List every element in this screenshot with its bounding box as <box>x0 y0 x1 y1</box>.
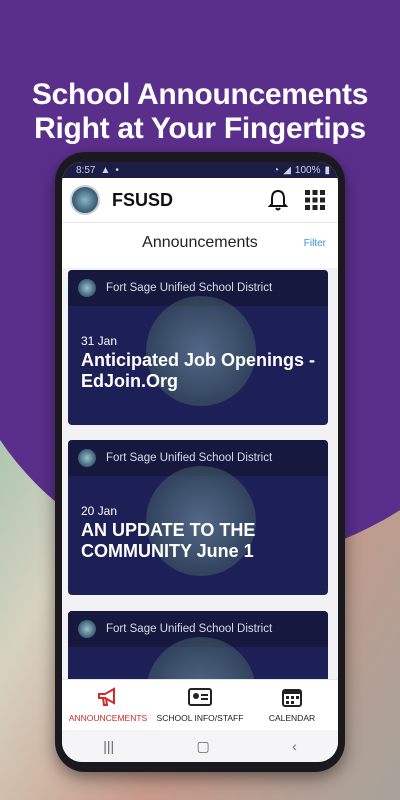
nav-label: CALENDAR <box>268 713 316 723</box>
app-name: FSUSD <box>112 189 174 210</box>
card-source: Fort Sage Unified School District <box>106 452 273 464</box>
nav-announcements[interactable]: ANNOUNCEMENTS <box>62 680 154 730</box>
megaphone-icon <box>98 687 115 706</box>
system-nav-bar: ||| ▢ ‹ <box>62 730 338 762</box>
page-title: Announcements <box>142 234 258 251</box>
card-source: Fort Sage Unified School District <box>106 623 273 635</box>
announcement-card[interactable]: Fort Sage Unified School District 31 Jan… <box>68 270 328 425</box>
bottom-nav: ANNOUNCEMENTS SCHOOL INFO/STAFF CALENDAR <box>62 679 338 730</box>
nav-school-info[interactable]: SCHOOL INFO/STAFF <box>154 680 246 730</box>
dot-icon: • <box>115 164 119 176</box>
announcement-card[interactable]: Fort Sage Unified School District <box>68 611 328 680</box>
promo-headline: School Announcements Right at Your Finge… <box>0 78 400 146</box>
status-bar: 8:57 ▲ • ◔ ◢ 100% ▮ <box>62 162 338 178</box>
card-title: AN UPDATE TO THE COMMUNITY June 1 <box>81 520 256 561</box>
signal-icon: ◢ <box>283 164 291 176</box>
headline-line1: School Announcements <box>31 78 369 111</box>
android-icon: ▲ <box>100 164 111 176</box>
battery-text: 100% <box>294 164 321 176</box>
back-icon[interactable]: ‹ <box>292 738 297 754</box>
announcement-feed[interactable]: Fort Sage Unified School District 31 Jan… <box>62 268 338 680</box>
app-bar: FSUSD <box>62 178 338 223</box>
filter-link[interactable]: Filter <box>304 238 326 249</box>
district-logo-icon <box>78 620 96 638</box>
card-date: 31 Jan <box>81 334 118 348</box>
school-logo[interactable] <box>70 185 100 215</box>
wifi-icon: ◔ <box>273 164 280 176</box>
card-body <box>68 637 328 680</box>
district-logo-icon <box>78 279 96 297</box>
status-time: 8:57 <box>76 164 96 176</box>
battery-icon: ▮ <box>324 164 330 176</box>
card-source: Fort Sage Unified School District <box>106 282 273 294</box>
nav-label: ANNOUNCEMENTS <box>68 713 148 723</box>
appbar-icons <box>268 189 330 211</box>
announcement-card[interactable]: Fort Sage Unified School District 20 Jan… <box>68 440 328 595</box>
grid-menu-icon[interactable] <box>304 189 326 211</box>
card-date: 20 Jan <box>81 504 118 518</box>
nav-calendar[interactable]: CALENDAR <box>246 680 338 730</box>
status-right: ◔ ◢ 100% ▮ <box>273 165 330 176</box>
calendar-icon <box>282 689 302 707</box>
card-body: 20 Jan AN UPDATE TO THE COMMUNITY June 1 <box>68 466 328 595</box>
headline-line2: Right at Your Fingertips <box>34 112 366 145</box>
recents-icon[interactable]: ||| <box>103 738 114 754</box>
subheader: Announcements Filter <box>62 223 338 263</box>
home-icon[interactable]: ▢ <box>197 738 210 755</box>
bell-icon[interactable] <box>268 189 288 211</box>
card-body: 31 Jan Anticipated Job Openings - EdJoin… <box>68 296 328 425</box>
id-card-icon <box>188 688 212 706</box>
district-logo-icon <box>78 449 96 467</box>
card-title: Anticipated Job Openings - EdJoin.Org <box>81 350 316 391</box>
phone-screen: 8:57 ▲ • ◔ ◢ 100% ▮ FSUSD Announcements … <box>62 162 338 762</box>
nav-label: SCHOOL INFO/STAFF <box>156 713 244 723</box>
